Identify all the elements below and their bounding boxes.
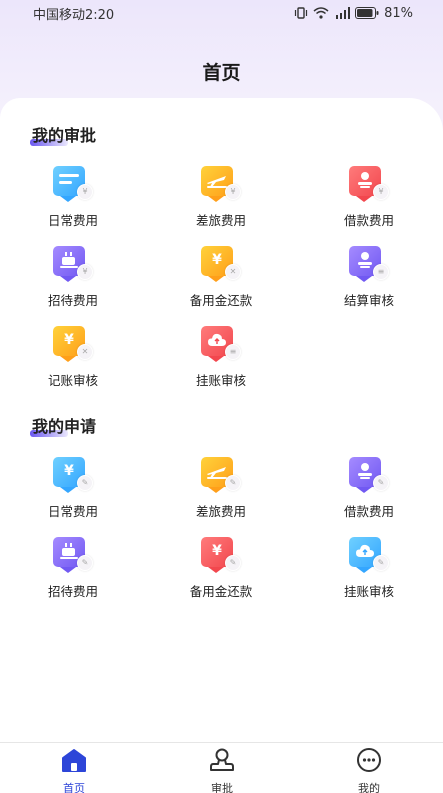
page-title: 首页	[202, 62, 241, 84]
approval-loan-expense[interactable]: ¥ 借款费用	[309, 166, 429, 229]
approval-entertainment-expense[interactable]: ¥ 招待费用	[13, 246, 133, 309]
status-bar: 中国移动2:20 81%	[0, 0, 443, 26]
tab-home[interactable]: 首页	[34, 747, 114, 793]
wifi-icon	[313, 7, 329, 19]
approval-stamp-icon	[210, 748, 234, 771]
section-title-applications: 我的申请	[30, 417, 97, 437]
status-icons: 81%	[294, 6, 413, 21]
bottom-tab-bar: 首页 审批 我的	[0, 742, 443, 793]
tab-profile[interactable]: 我的	[329, 747, 409, 793]
application-daily-expense[interactable]: ¥ ✎ 日常费用	[13, 457, 133, 520]
application-travel-expense[interactable]: ✎ 差旅费用	[161, 457, 281, 520]
signal-icon	[336, 7, 351, 19]
approval-petty-cash-repayment[interactable]: ¥ ✕ 备用金还款	[161, 246, 281, 309]
vibrate-icon	[294, 7, 308, 19]
application-loan-expense[interactable]: ✎ 借款费用	[309, 457, 429, 520]
approval-bookkeeping-review[interactable]: ¥ ✕ 记账审核	[13, 326, 133, 389]
main-card: 我的审批 ¥ 日常费用 ¥ 差旅费用 ¥ 借款费用 ¥ 招待费用 ¥ ✕ 备用金…	[0, 98, 443, 742]
approval-charge-account-review[interactable]: ≡ 挂账审核	[161, 326, 281, 389]
battery-level: 81%	[384, 5, 413, 21]
application-charge-account-review[interactable]: ✎ 挂账审核	[309, 537, 429, 600]
application-petty-cash-repayment[interactable]: ¥ ✎ 备用金还款	[161, 537, 281, 600]
approval-settlement-review[interactable]: ≡ 结算审核	[309, 246, 429, 309]
application-entertainment-expense[interactable]: ✎ 招待费用	[13, 537, 133, 600]
approval-daily-expense[interactable]: ¥ 日常费用	[13, 166, 133, 229]
carrier-time: 中国移动2:20	[33, 7, 115, 23]
battery-icon	[355, 7, 379, 19]
section-title-approvals: 我的审批	[30, 126, 97, 146]
tab-approvals[interactable]: 审批	[182, 747, 262, 793]
approval-travel-expense[interactable]: ¥ 差旅费用	[161, 166, 281, 229]
profile-chat-icon	[357, 748, 381, 772]
home-icon	[62, 749, 86, 772]
